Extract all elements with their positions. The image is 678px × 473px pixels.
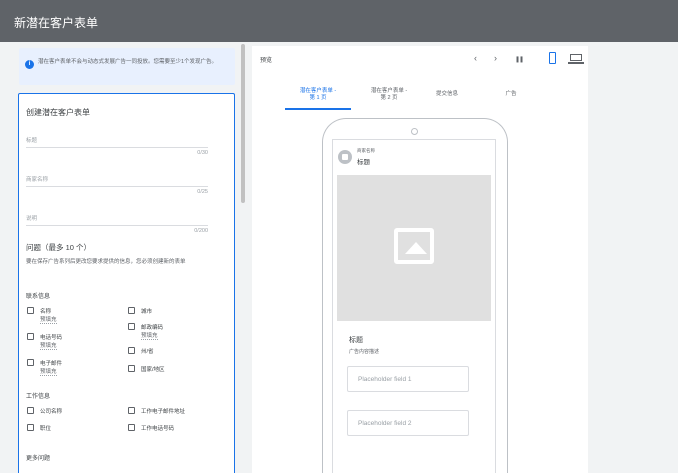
placeholder-field-2: Placeholder field 2	[347, 410, 469, 436]
form-card-title: 创建潜在客户表单	[26, 108, 90, 117]
tab-label-line2: 第 1 页	[309, 95, 327, 101]
questions-title: 问题（最多 10 个）	[26, 243, 92, 252]
checkbox-box[interactable]	[128, 407, 135, 414]
checkbox-label: 电子邮件	[40, 361, 63, 367]
tab-label: 广告	[505, 91, 517, 97]
tab-label-line2: 第 2 页	[380, 95, 398, 101]
checkbox-box[interactable]	[128, 323, 135, 330]
work-section-heading: 工作信息	[26, 394, 51, 400]
preview-label: 预览	[260, 58, 273, 64]
preview-toolbar: 预览 ‹ › ❚❚	[252, 46, 588, 72]
tab-ad[interactable]: 广告	[496, 91, 526, 98]
headline-counter: 0/30	[197, 150, 208, 156]
business-name-field[interactable]: 商家名称 0/25	[26, 175, 208, 195]
info-notice: i 潜在客户表单不会与动态式发展广告一同投放。您需要至少1个发现广告。	[19, 48, 235, 85]
checkbox-box[interactable]	[27, 424, 34, 431]
checkbox-box[interactable]	[27, 407, 34, 414]
preview-card-description: 广告内容描述	[349, 349, 380, 355]
checkbox-label: 邮政编码	[141, 325, 164, 331]
checkbox-box[interactable]	[128, 365, 135, 372]
checkbox-box[interactable]	[128, 307, 135, 314]
headline-label: 标题	[26, 138, 38, 144]
prefill-link[interactable]: 预填充	[40, 315, 57, 324]
image-placeholder-icon	[394, 228, 434, 264]
checkbox-box[interactable]	[128, 424, 135, 431]
business-name-counter: 0/25	[197, 189, 208, 195]
desktop-icon-base	[568, 62, 584, 64]
checkbox-label: 工作电话号码	[141, 426, 175, 432]
prefill-link[interactable]: 预填充	[40, 341, 57, 350]
app-header: 新潜在客户表单	[0, 0, 678, 42]
tab-label: 提交信息	[435, 91, 458, 97]
description-field[interactable]: 说明 0/200	[26, 214, 208, 234]
prefill-link[interactable]: 预填充	[141, 331, 158, 340]
notice-text: 潜在客户表单不会与动态式发展广告一同投放。您需要至少1个发现广告。	[38, 59, 218, 65]
page-title: 新潜在客户表单	[14, 16, 99, 30]
business-avatar	[338, 150, 352, 164]
prefill-link[interactable]: 预填充	[40, 367, 57, 376]
questions-description: 要在保存广告系列后更改您要求提供的信息，您必须创建新的表单	[26, 259, 186, 265]
desktop-icon[interactable]	[570, 54, 582, 61]
hero-image-placeholder	[337, 175, 491, 321]
checkbox-box[interactable]	[27, 333, 34, 340]
placeholder-field-text: Placeholder field 2	[358, 420, 412, 427]
checkbox-label: 国家/地区	[141, 367, 165, 373]
preview-card-headline: 标题	[349, 337, 363, 344]
headline-field[interactable]: 标题 0/30	[26, 136, 208, 156]
active-tab-indicator	[285, 108, 351, 110]
headline-input-line[interactable]	[26, 147, 208, 148]
chevron-right-icon[interactable]: ›	[494, 53, 497, 63]
contact-section-heading: 联系信息	[26, 294, 51, 300]
tab-lead-form-page-1[interactable]: 潜在客户表单 - 第 1 页	[285, 88, 351, 102]
tab-lead-form-page-2[interactable]: 潜在客户表单 - 第 2 页	[356, 88, 422, 102]
preview-canvas: 潜在客户表单 - 第 1 页 潜在客户表单 - 第 2 页 提交信息 广告 商家…	[252, 72, 588, 473]
info-icon: i	[25, 60, 34, 69]
checkbox-box[interactable]	[27, 307, 34, 314]
pause-icon[interactable]: ❚❚	[515, 55, 524, 65]
description-input-line[interactable]	[26, 225, 208, 226]
checkbox-label: 州/省	[141, 349, 154, 355]
more-questions-heading: 更多问题	[26, 456, 51, 462]
description-counter: 0/200	[194, 228, 208, 234]
checkbox-box[interactable]	[128, 347, 135, 354]
phone-screen: 商家名称 标题 标题 广告内容描述 Placeholder field 1 Pl…	[332, 139, 496, 473]
tab-submit-info[interactable]: 提交信息	[424, 91, 470, 98]
tab-label-line1: 潜在客户表单 -	[299, 88, 337, 94]
checkbox-label: 电话号码	[40, 335, 63, 341]
tab-label-line1: 潜在客户表单 -	[370, 88, 408, 94]
form-editor-panel: i 潜在客户表单不会与动态式发展广告一同投放。您需要至少1个发现广告。 创建潜在…	[0, 42, 248, 473]
chevron-left-icon[interactable]: ‹	[474, 53, 477, 63]
checkbox-label: 城市	[141, 309, 153, 315]
lead-form-card: 创建潜在客户表单 标题 0/30 商家名称 0/25 说明 0/200 问题（最…	[18, 93, 235, 473]
phone-icon[interactable]	[549, 52, 556, 64]
checkbox-box[interactable]	[27, 359, 34, 366]
placeholder-field-1: Placeholder field 1	[347, 366, 469, 392]
placeholder-field-text: Placeholder field 1	[358, 376, 412, 383]
camera-icon	[411, 128, 418, 135]
left-scrollbar[interactable]	[240, 42, 246, 473]
business-name-input-line[interactable]	[26, 186, 208, 187]
scrollbar-thumb[interactable]	[241, 44, 245, 203]
checkbox-label: 公司名称	[40, 409, 63, 415]
checkbox-label: 职位	[40, 426, 52, 432]
checkbox-label: 工作电子邮件地址	[141, 409, 186, 415]
preview-panel: 预览 ‹ › ❚❚ 潜在客户表单 - 第 1 页 潜在客户表单 - 第 2 页 …	[248, 42, 678, 473]
phone-frame: 商家名称 标题 标题 广告内容描述 Placeholder field 1 Pl…	[322, 118, 508, 473]
checkbox-label: 名称	[40, 309, 52, 315]
preview-business-name: 商家名称	[357, 148, 375, 153]
description-label: 说明	[26, 216, 38, 222]
preview-headline: 标题	[357, 159, 370, 166]
business-name-label: 商家名称	[26, 177, 49, 183]
